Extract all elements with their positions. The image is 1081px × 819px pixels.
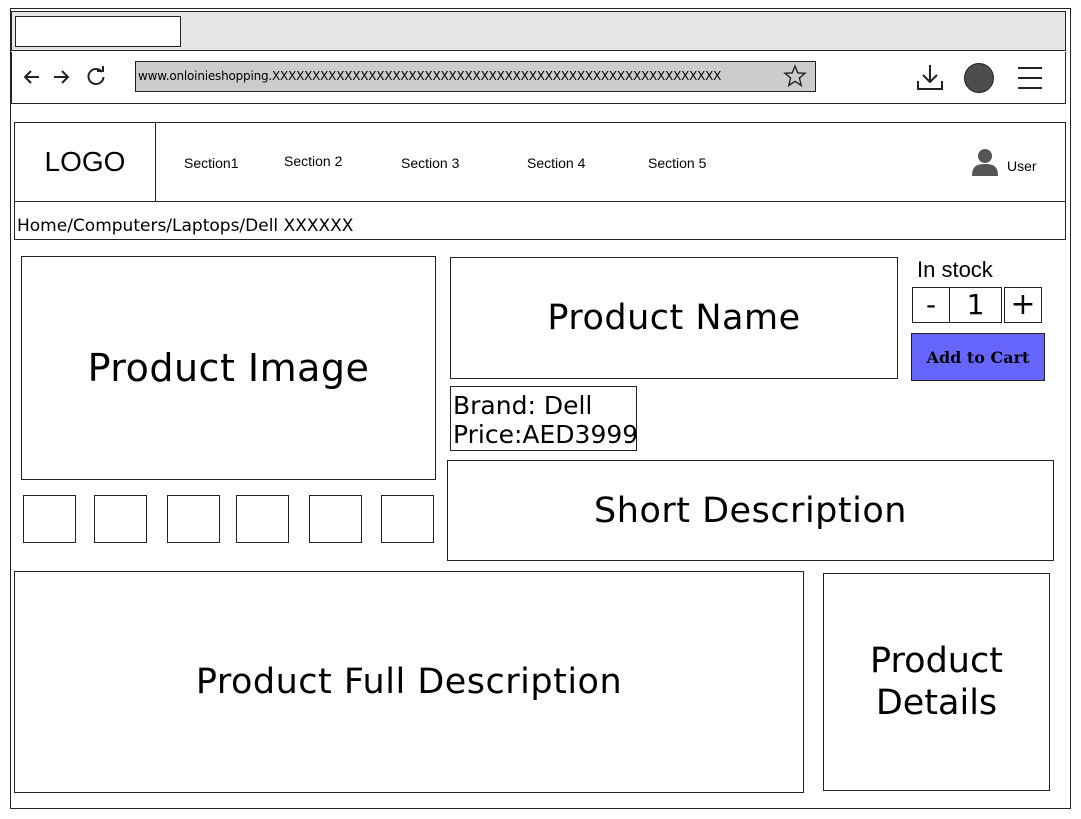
logo-text: LOGO [44, 146, 126, 177]
nav-section-5[interactable]: Section 5 [648, 155, 706, 171]
product-details-line1: Product [870, 641, 1003, 681]
quantity-increase-button[interactable]: + [1004, 287, 1042, 323]
profile-circle-icon[interactable] [964, 63, 994, 93]
full-description-label: Product Full Description [195, 662, 623, 702]
nav-section-1[interactable]: Section1 [184, 155, 238, 171]
minus-label: - [925, 288, 937, 321]
forward-arrow-icon[interactable] [51, 67, 71, 87]
product-brand: Brand: Dell [453, 391, 593, 420]
product-name: Product Name [450, 257, 898, 379]
quantity-decrease-button[interactable]: - [912, 287, 950, 323]
product-image-label: Product Image [87, 346, 370, 390]
reload-icon[interactable] [85, 65, 107, 87]
nav-section-3[interactable]: Section 3 [401, 155, 459, 171]
short-description-label: Short Description [594, 490, 907, 531]
thumbnail-4[interactable] [236, 495, 289, 543]
thumbnail-6[interactable] [381, 495, 434, 543]
short-description: Short Description [447, 460, 1054, 561]
thumbnail-3[interactable] [167, 495, 220, 543]
address-url: www.onloinieshopping.XXXXXXXXXXXXXXXXXXX… [138, 69, 722, 83]
user-icon[interactable] [971, 147, 999, 177]
thumbnail-2[interactable] [94, 495, 147, 543]
plus-label: + [1010, 287, 1036, 322]
quantity-input[interactable]: 1 [949, 287, 1002, 323]
user-label[interactable]: User [1007, 158, 1037, 174]
product-image[interactable]: Product Image [21, 256, 436, 480]
stock-status: In stock [917, 257, 993, 282]
back-arrow-icon[interactable] [22, 67, 42, 87]
download-icon[interactable] [916, 63, 944, 91]
product-name-label: Product Name [547, 298, 801, 338]
nav-section-4[interactable]: Section 4 [527, 155, 585, 171]
product-details: Product Details [823, 573, 1050, 791]
nav-section-2[interactable]: Section 2 [284, 153, 342, 169]
hamburger-menu-icon[interactable] [1017, 66, 1043, 90]
product-price: Price:AED3999 [453, 420, 639, 449]
breadcrumb[interactable]: Home/Computers/Laptops/Dell XXXXXX [17, 216, 353, 236]
star-icon[interactable] [783, 64, 807, 88]
add-to-cart-button[interactable]: Add to Cart [911, 333, 1045, 381]
logo[interactable]: LOGO [14, 122, 156, 202]
product-details-line2: Details [875, 683, 998, 723]
thumbnail-5[interactable] [309, 495, 362, 543]
add-to-cart-label: Add to Cart [926, 347, 1030, 367]
quantity-value: 1 [966, 288, 985, 321]
thumbnail-1[interactable] [23, 495, 76, 543]
full-description: Product Full Description [14, 571, 804, 793]
browser-tab[interactable] [15, 16, 181, 47]
